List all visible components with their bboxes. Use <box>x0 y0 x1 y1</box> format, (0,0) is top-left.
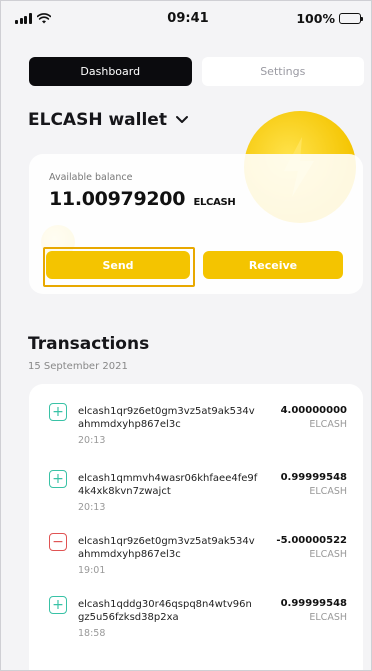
transaction-time: 20:13 <box>78 502 106 513</box>
incoming-plus-icon: + <box>49 470 67 488</box>
transaction-row[interactable]: + elcash1qr9z6et0gm3vz5at9ak534vahmmdxyh… <box>29 403 363 463</box>
transaction-unit: ELCASH <box>309 612 347 623</box>
tab-settings[interactable]: Settings <box>201 57 364 86</box>
transaction-time: 18:58 <box>78 628 106 639</box>
balance-card: Available balance 11.00979200 ELCASH Sen… <box>29 154 363 294</box>
status-bar-left <box>15 12 105 24</box>
transaction-amount: 0.99999548 <box>280 598 347 609</box>
balance-value: 11.00979200 <box>49 188 186 210</box>
app-screen: 09:41 100% Dashboard Settings ELCASH wal… <box>0 0 372 671</box>
transactions-list: + elcash1qr9z6et0gm3vz5at9ak534vahmmdxyh… <box>29 384 363 670</box>
balance-amount: 11.00979200 ELCASH <box>49 188 236 210</box>
incoming-plus-icon: + <box>49 403 67 421</box>
transaction-time: 20:13 <box>78 435 106 446</box>
cellular-signal-icon <box>15 12 32 24</box>
tab-dashboard[interactable]: Dashboard <box>29 57 192 86</box>
status-time: 09:41 <box>167 10 209 26</box>
transaction-amount: -5.00000522 <box>276 535 347 546</box>
transactions-title: Transactions <box>28 334 150 354</box>
transactions-date: 15 September 2021 <box>28 361 128 372</box>
chevron-down-icon <box>175 116 188 123</box>
transaction-row[interactable]: + elcash1qmmvh4wasr06khfaee4fe9f4k4xk8kv… <box>29 470 363 530</box>
battery-icon <box>338 12 363 24</box>
transaction-amount: 0.99999548 <box>280 472 347 483</box>
tab-bar: Dashboard Settings <box>29 57 364 86</box>
transaction-address: elcash1qr9z6et0gm3vz5at9ak534vahmmdxyhp8… <box>78 406 255 430</box>
balance-unit: ELCASH <box>193 197 236 208</box>
transaction-address: elcash1qmmvh4wasr06khfaee4fe9f4k4xk8kvn7… <box>78 473 258 497</box>
send-button[interactable]: Send <box>46 251 190 279</box>
transaction-address: elcash1qddg30r46qspq8n4wtv96ngz5u56fzksd… <box>78 599 252 623</box>
wallet-selector[interactable]: ELCASH wallet <box>28 110 189 130</box>
transaction-row[interactable]: − elcash1qr9z6et0gm3vz5at9ak534vahmmdxyh… <box>29 533 363 593</box>
wifi-icon <box>36 12 51 23</box>
receive-button[interactable]: Receive <box>203 251 343 279</box>
transaction-time: 19:01 <box>78 565 106 576</box>
transaction-address: elcash1qr9z6et0gm3vz5at9ak534vahmmdxyhp8… <box>78 536 255 560</box>
status-bar: 09:41 100% <box>1 1 371 35</box>
wallet-title: ELCASH wallet <box>28 110 167 130</box>
transaction-row[interactable]: + elcash1qddg30r46qspq8n4wtv96ngz5u56fzk… <box>29 596 363 656</box>
status-bar-right: 100% <box>271 10 363 26</box>
battery-percent: 100% <box>296 10 335 26</box>
transaction-amount: 4.00000000 <box>280 405 347 416</box>
transaction-unit: ELCASH <box>309 486 347 497</box>
incoming-plus-icon: + <box>49 596 67 614</box>
transaction-unit: ELCASH <box>309 419 347 430</box>
transaction-unit: ELCASH <box>309 549 347 560</box>
outgoing-minus-icon: − <box>49 533 67 551</box>
balance-label: Available balance <box>49 172 133 183</box>
